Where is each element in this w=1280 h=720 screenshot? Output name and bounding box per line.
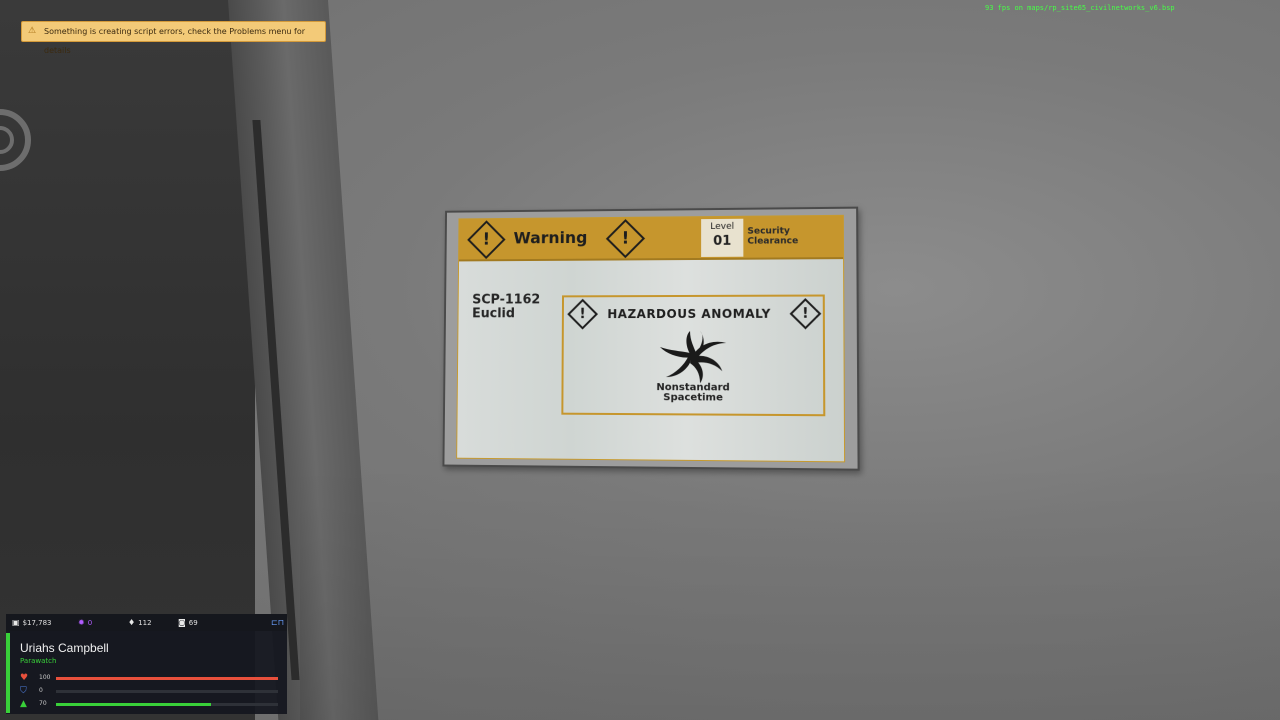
team-color-bar <box>6 633 10 713</box>
scp-number: SCP-1162 <box>472 292 541 308</box>
health-bar <box>56 677 278 680</box>
hazard-caption-line: Spacetime <box>663 392 723 404</box>
scp-warning-poster: ! Warning ! Level 01 Security Clearance … <box>442 206 860 471</box>
money-stat: ▣ $17,783 <box>12 618 52 627</box>
camera-stat: ◙ 69 <box>178 618 198 627</box>
level-label: Level <box>710 221 735 232</box>
scp-logo-icon <box>0 109 31 171</box>
player-name: Uriahs Campbell <box>20 641 109 655</box>
purple-stat: ✹ 0 <box>78 618 92 627</box>
armor-value: 0 <box>39 687 43 694</box>
armor-bar <box>56 690 278 693</box>
menu-toggle[interactable]: ⊏⊓ <box>271 618 284 627</box>
warning-diamond-icon: ! <box>605 219 646 259</box>
camera-icon: ◙ <box>178 618 186 627</box>
level-value: 01 <box>713 233 732 249</box>
diamond-value: 112 <box>138 618 152 627</box>
warning-diamond-icon: ! <box>467 220 506 260</box>
menu-icon: ⊏⊓ <box>271 618 284 627</box>
hazard-title: HAZARDOUS ANOMALY <box>607 306 771 322</box>
poster-header: ! Warning ! Level 01 Security Clearance <box>459 215 844 262</box>
player-hud: ▣ $17,783 ✹ 0 ♦ 112 ◙ 69 ⊏⊓ Uriahs Campb… <box>6 614 287 714</box>
wallet-icon: ▣ <box>12 618 20 627</box>
player-team: Parawatch <box>20 657 57 665</box>
poster-sheet: ! Warning ! Level 01 Security Clearance … <box>456 214 846 463</box>
health-value: 100 <box>39 674 51 681</box>
object-class: Euclid <box>472 306 516 322</box>
scp-designation: SCP-1162 Euclid <box>472 292 541 322</box>
shield-icon: ⛉ <box>20 686 27 696</box>
poster-warning-title: Warning <box>513 228 588 248</box>
stamina-value: 70 <box>39 700 47 707</box>
warning-diamond-icon: ! <box>567 298 598 330</box>
stamina-bar <box>56 703 278 706</box>
health-row: ♥ 100 <box>20 673 282 683</box>
stamina-bar-fill <box>56 703 212 706</box>
spiral-vortex-icon <box>659 330 727 384</box>
diamond-stat: ♦ 112 <box>128 618 152 627</box>
purple-value: 0 <box>87 618 93 627</box>
warning-diamond-icon: ! <box>789 298 822 330</box>
armor-row: ⛉ 0 <box>20 686 282 696</box>
heart-icon: ♥ <box>20 673 29 683</box>
fps-counter: 93 fps on maps/rp_site65_civilnetworks_v… <box>985 4 1175 12</box>
level-badge: Level 01 <box>701 218 744 257</box>
health-bar-fill <box>56 677 278 680</box>
warning-icon: ⚠ <box>28 26 37 36</box>
diamond-icon: ♦ <box>128 618 136 627</box>
gear-icon: ✹ <box>78 618 85 627</box>
money-value: $17,783 <box>22 618 52 627</box>
clearance-label: Security Clearance <box>747 226 799 247</box>
hud-stats-bar: ▣ $17,783 ✹ 0 ♦ 112 ◙ 69 ⊏⊓ <box>6 614 287 631</box>
left-wall <box>0 0 255 720</box>
floor <box>300 460 1280 720</box>
script-error-notification[interactable]: ⚠ Something is creating script errors, c… <box>21 21 326 55</box>
stamina-row: ▲ 70 <box>20 699 282 709</box>
hazard-panel: ! HAZARDOUS ANOMALY ! Nonstandard Spacet… <box>561 294 826 417</box>
hazard-caption: Nonstandard Spacetime <box>633 382 754 404</box>
stamina-icon: ▲ <box>20 699 27 709</box>
camera-value: 69 <box>188 618 198 627</box>
